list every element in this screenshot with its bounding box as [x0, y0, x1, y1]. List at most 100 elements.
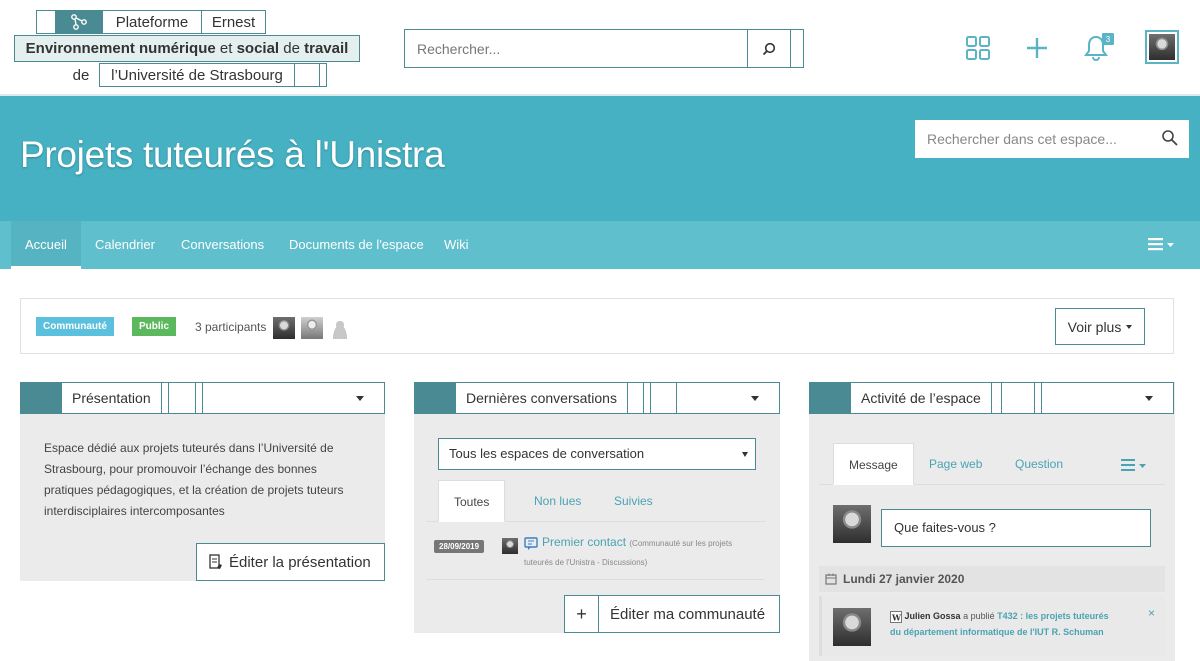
conversation-meta: tuteurés de l'Unistra - Discussions)	[524, 558, 648, 567]
logo-tagline-part: et	[219, 40, 233, 57]
conversation-item[interactable]: 28/09/2019 Premier contact (Communauté s…	[426, 526, 764, 580]
caret-down-icon	[1126, 324, 1133, 329]
conversation-meta: (Communauté sur les projets	[629, 539, 733, 548]
space-nav: Accueil Calendrier Conversations Documen…	[0, 221, 1200, 269]
main-content: Communauté Public 3 participants Voir pl…	[0, 269, 1200, 661]
author-avatar[interactable]	[502, 538, 518, 554]
space-title: Projets tuteurés à l'Unistra	[20, 134, 445, 175]
header-divider	[1034, 382, 1035, 414]
edit-presentation-button[interactable]: Éditer la présentation	[196, 543, 385, 581]
widget-header-square	[414, 382, 455, 414]
search-frame-tail	[790, 29, 804, 68]
logo-tagline-part: Environnement numérique	[25, 40, 216, 57]
space-search	[915, 120, 1189, 158]
tab-conversations[interactable]: Conversations	[167, 221, 278, 269]
edit-community-label: Éditer ma communauté	[610, 605, 766, 623]
chat-bubble-icon	[524, 537, 538, 550]
participant-avatar[interactable]	[272, 316, 295, 339]
logo-tagline: Environnement numérique et social de tra…	[14, 35, 360, 62]
apps-grid-icon[interactable]	[962, 32, 994, 64]
presentation-header[interactable]: Présentation	[20, 382, 385, 414]
widget-header-square	[809, 382, 850, 414]
ernest-logo[interactable]: Plateforme Ernest Environnement numériqu…	[14, 8, 364, 90]
activity-title: Activité de l’espace	[850, 382, 992, 414]
tab-non-lues[interactable]: Non lues	[519, 480, 596, 522]
author-avatar[interactable]	[833, 608, 871, 646]
conversation-filter-tabs: Toutes Non lues Suivies	[426, 480, 766, 522]
activity-link[interactable]: du département informatique de l'IUT R. …	[890, 627, 1104, 637]
tab-documents[interactable]: Documents de l'espace	[275, 221, 438, 269]
activity-header[interactable]: Activité de l’espace	[809, 382, 1174, 414]
logo-frame	[319, 63, 327, 87]
activity-text: W Julien Gossa a publié T432 : les proje…	[890, 608, 1140, 640]
logo-tagline-part: de	[283, 40, 300, 57]
chevron-down-icon[interactable]	[1145, 396, 1153, 401]
community-badge: Communauté	[36, 317, 114, 336]
tab-calendrier[interactable]: Calendrier	[81, 221, 169, 269]
header-divider	[676, 382, 677, 414]
voir-plus-button[interactable]: Voir plus	[1055, 308, 1145, 345]
activity-user[interactable]: Julien Gossa	[905, 611, 961, 621]
network-icon	[55, 10, 103, 34]
activity-day: Lundi 27 janvier 2020	[843, 572, 965, 586]
close-icon[interactable]: ×	[1148, 606, 1155, 620]
hamburger-menu-icon[interactable]	[1121, 458, 1149, 476]
search-icon	[762, 42, 776, 55]
conversation-title-link[interactable]: Premier contact (Communauté sur les proj…	[542, 535, 732, 549]
svg-text:W: W	[891, 612, 902, 622]
wiki-page-icon: W	[890, 610, 902, 623]
tab-message[interactable]: Message	[833, 443, 914, 485]
conversations-widget: Dernières conversations Tous les espaces…	[414, 382, 780, 633]
search-icon[interactable]	[1161, 129, 1179, 147]
space-info-bar: Communauté Public 3 participants Voir pl…	[20, 298, 1174, 354]
chevron-down-icon[interactable]	[356, 396, 364, 401]
presentation-widget: Présentation Espace dédié aux projets tu…	[20, 382, 385, 581]
logo-word-ernest: Ernest	[201, 10, 266, 34]
participants[interactable]: 3 participants	[195, 314, 352, 340]
edit-community-button[interactable]: + Éditer ma communauté	[564, 595, 780, 633]
user-avatar[interactable]	[1145, 30, 1179, 64]
header-divider	[202, 382, 203, 414]
tab-toutes[interactable]: Toutes	[438, 480, 506, 522]
global-search-input[interactable]	[405, 30, 747, 67]
search-button[interactable]	[747, 29, 791, 68]
activity-day-header: Lundi 27 janvier 2020	[819, 566, 1165, 592]
tab-suivies[interactable]: Suivies	[599, 480, 668, 522]
message-input[interactable]: Que faites-vous ?	[881, 509, 1151, 547]
logo-word-de: de	[62, 63, 100, 87]
participant-avatar[interactable]	[301, 316, 324, 339]
activity-action: a publié	[963, 611, 995, 621]
logo-tagline-part: travail	[304, 40, 349, 57]
post-type-tabs: Message Page web Question	[819, 443, 1165, 485]
conversations-title: Dernières conversations	[455, 382, 628, 414]
conversation-date: 28/09/2019	[434, 540, 485, 553]
logo-word-plateforme: Plateforme	[102, 10, 202, 34]
tab-accueil[interactable]: Accueil	[11, 221, 81, 269]
activity-link[interactable]: T432 : les projets tuteurés	[997, 611, 1109, 621]
tab-wiki[interactable]: Wiki	[430, 221, 483, 269]
space-search-input[interactable]	[915, 120, 1145, 158]
tab-question[interactable]: Question	[1000, 443, 1078, 485]
top-bar: Plateforme Ernest Environnement numériqu…	[0, 0, 1200, 96]
space-banner: Projets tuteurés à l'Unistra	[0, 96, 1200, 221]
notification-count-badge: 3	[1102, 33, 1114, 45]
select-arrow-icon	[742, 452, 748, 457]
add-icon[interactable]	[1021, 32, 1053, 64]
conversation-space-select[interactable]: Tous les espaces de conversation	[438, 438, 756, 470]
conversations-header[interactable]: Dernières conversations	[414, 382, 780, 414]
edit-presentation-label: Éditer la présentation	[229, 553, 371, 571]
logo-tagline-part: social	[236, 40, 280, 57]
tab-page-web[interactable]: Page web	[914, 443, 997, 485]
header-divider	[1001, 382, 1002, 414]
participant-avatar[interactable]	[329, 316, 352, 339]
presentation-title: Présentation	[61, 382, 162, 414]
logo-frame	[294, 63, 320, 87]
activity-widget: Activité de l’espace Message Page web Qu…	[809, 382, 1175, 661]
header-divider	[643, 382, 644, 414]
conversation-space-select-value: Tous les espaces de conversation	[449, 446, 645, 461]
activity-item[interactable]: W Julien Gossa a publié T432 : les proje…	[819, 596, 1165, 656]
user-avatar[interactable]	[833, 505, 871, 543]
chevron-down-icon[interactable]	[751, 396, 759, 401]
hamburger-menu-icon[interactable]	[1148, 237, 1176, 256]
calendar-icon	[825, 573, 837, 585]
